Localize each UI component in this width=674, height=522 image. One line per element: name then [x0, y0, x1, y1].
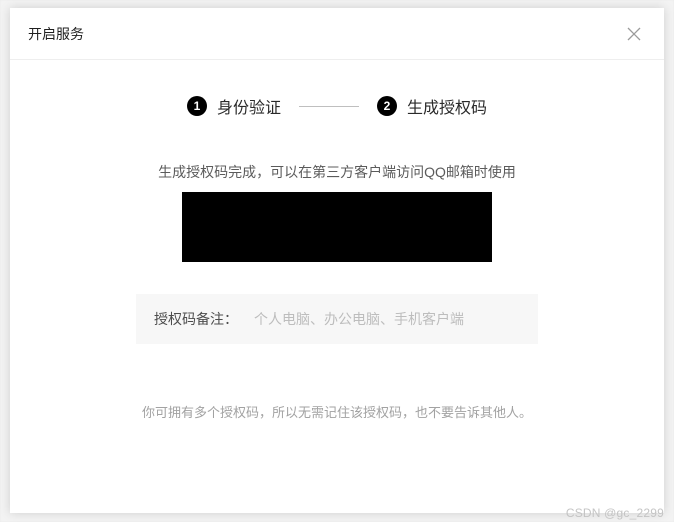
close-icon[interactable]	[624, 24, 644, 44]
step-indicator: 1 身份验证 2 生成授权码	[10, 94, 664, 118]
step-connector	[299, 106, 359, 107]
step-label-1: 身份验证	[217, 94, 281, 118]
step-label-2: 生成授权码	[407, 94, 487, 118]
auth-code-description: 生成授权码完成，可以在第三方客户端访问QQ邮箱时使用	[10, 162, 664, 182]
remark-label: 授权码备注：	[154, 309, 238, 329]
step-number-1: 1	[187, 96, 207, 116]
watermark: CSDN @gc_2299	[566, 506, 664, 520]
step-number-2: 2	[377, 96, 397, 116]
auth-code-note: 你可拥有多个授权码，所以无需记住该授权码，也不要告诉其他人。	[10, 402, 664, 421]
modal-title: 开启服务	[28, 24, 84, 44]
modal-header: 开启服务	[10, 8, 664, 60]
remark-input[interactable]	[252, 310, 520, 328]
enable-service-modal: 开启服务 1 身份验证 2 生成授权码 生成授权码完成，可以在第三方客户端访问Q…	[10, 8, 664, 513]
step-generate-auth-code: 2 生成授权码	[377, 94, 487, 118]
auth-code-display	[182, 192, 492, 262]
auth-code-remark-row: 授权码备注：	[136, 294, 538, 344]
step-identity-verification: 1 身份验证	[187, 94, 281, 118]
